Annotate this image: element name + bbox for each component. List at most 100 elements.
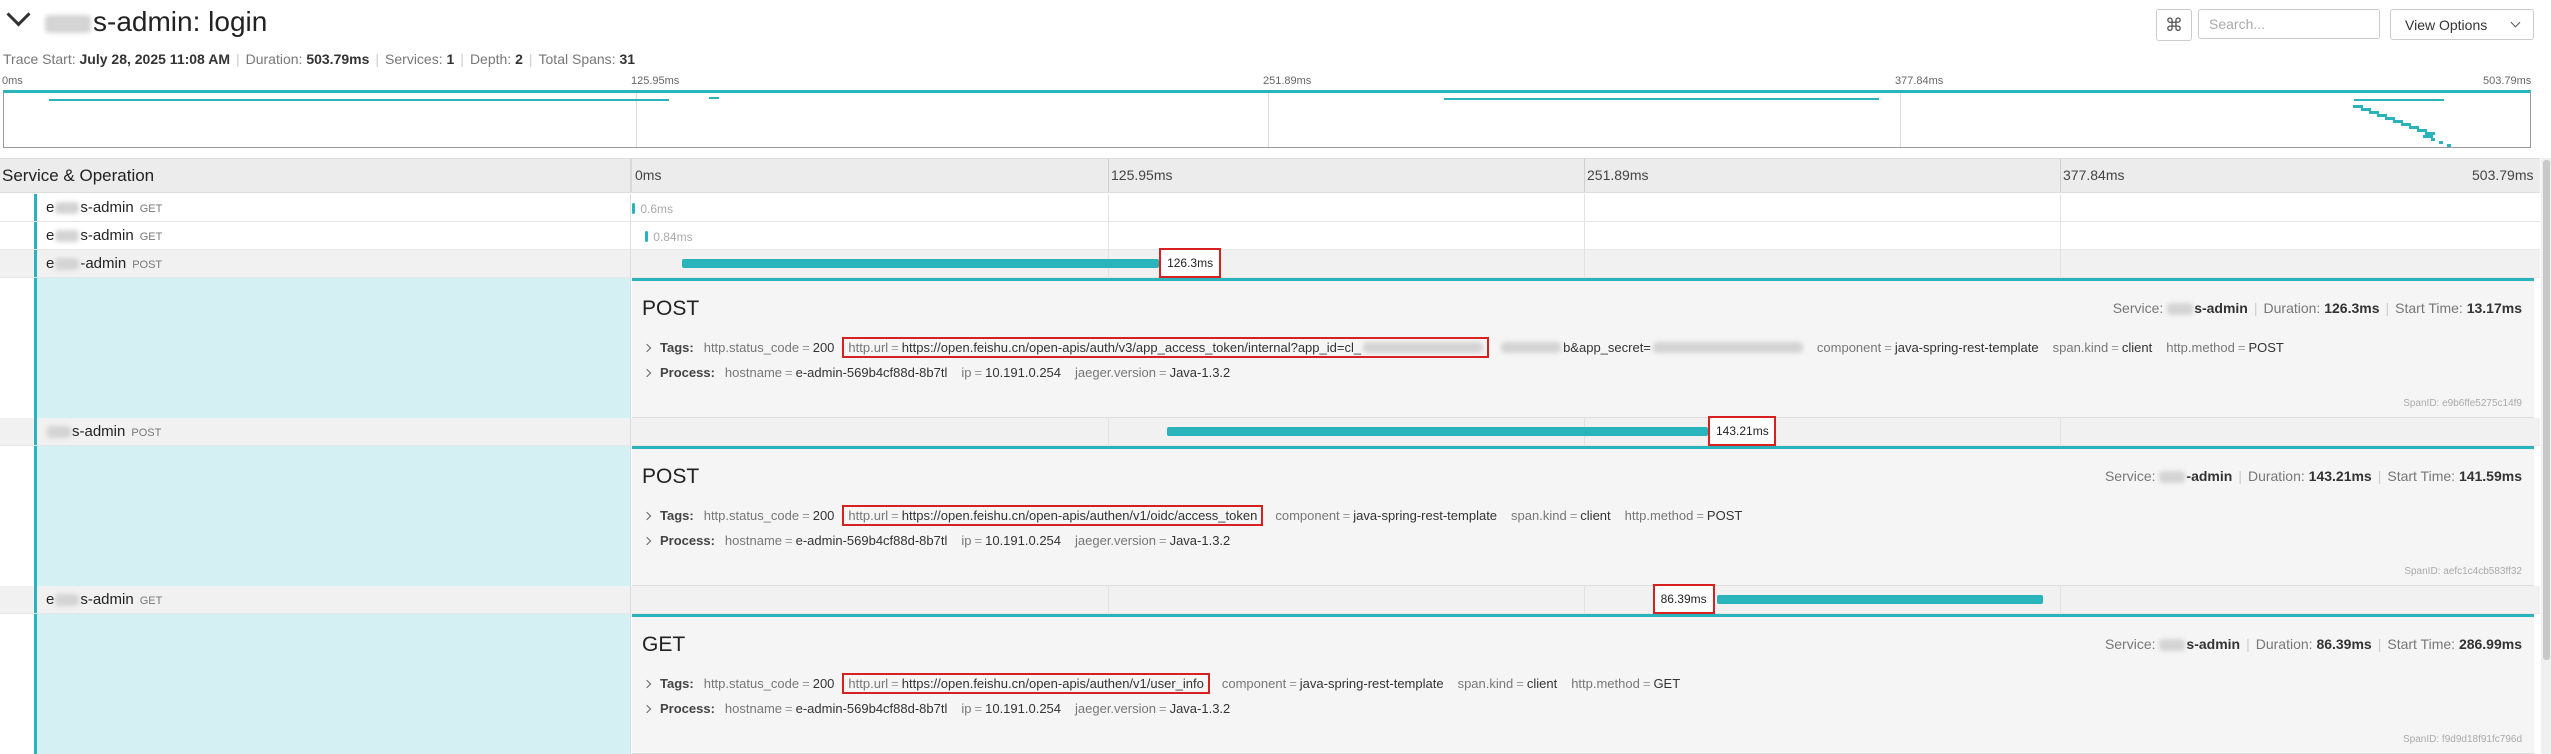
kv-key: component [1221,676,1287,691]
process-row[interactable]: Process: hostname = e-admin-569b4cf88d-8b7t… [642,701,1244,716]
kv-value: client [1580,508,1611,523]
summary-value: 86.39ms [2316,636,2372,652]
scrollbar-thumb[interactable] [2543,160,2550,660]
column-resizer[interactable] [630,159,632,192]
tags-row[interactable]: Tags: http.status_code = 200 http.url = https:… [642,673,1694,694]
summary-label: Start Time: [2387,468,2456,484]
span-service-name[interactable]: e s-admin GET [46,199,162,216]
span-service-cell[interactable]: s-admin POST [0,418,631,445]
timeline-gridline [1108,586,1109,613]
redacted-text [55,230,80,243]
span-operation: GET [139,231,163,243]
service-name-text: s-admin [72,423,126,440]
span-service-cell[interactable]: e s-admin GET [0,222,631,249]
meta-label: Trace Start: [3,51,76,67]
service-name-text: -admin [80,255,127,272]
chevron-right-icon[interactable] [642,704,652,713]
kv-value: e-admin-569b4cf88d-8b7tl [795,533,948,548]
span-service-name[interactable]: s-admin POST [46,423,161,440]
span-detail-panel: POST Service: -admin | Duration: 143.21ms | S… [632,446,2534,586]
search-input[interactable] [2198,9,2380,39]
span-service-name[interactable]: e s-admin GET [46,227,162,244]
span-detail-gutter [34,614,631,754]
service-name-prefix: e [46,591,55,608]
chevron-down-icon[interactable] [6,2,31,27]
summary-value: 286.99ms [2458,636,2522,652]
kv-key: http.url [848,508,889,523]
meta-value: 503.79ms [306,51,370,67]
minimap-tick-label: 503.79ms [2483,75,2532,87]
process-label: Process: [660,365,715,380]
span-tree-line [34,222,37,249]
meta-value: July 28, 2025 11:08 AM [79,51,230,67]
span-detail-gutter [34,278,631,418]
service-operation-header: Service & Operation [2,166,155,185]
span-duration-bar[interactable] [632,203,636,214]
tags-row[interactable]: Tags: http.status_code = 200 http.url = https:… [642,337,2298,358]
span-detail-operation: POST [642,297,700,320]
span-operation: POST [131,427,162,439]
key-value: jaeger.version = Java-1.3.2 [1075,365,1230,380]
summary-value: s-admin [2194,300,2248,316]
redacted-text [55,594,80,607]
timeline-gridline [2060,418,2061,445]
summary-label: Start Time: [2387,636,2456,652]
keyboard-shortcuts-button[interactable]: ⌘ [2156,9,2192,41]
span-duration-bar[interactable] [1716,595,2044,604]
span-service-cell[interactable]: e s-admin GET [0,194,631,221]
span-detail-panel: POST Service: s-admin | Duration: 126.3ms | S… [632,278,2534,418]
summary-label: Service: [2112,300,2164,316]
chevron-right-icon[interactable] [642,536,652,545]
kv-value: 10.191.0.254 [985,365,1062,380]
command-icon: ⌘ [2165,14,2183,35]
kv-value: java-spring-rest-template [1299,676,1444,691]
summary-value: 126.3ms [2324,300,2380,316]
tags-row[interactable]: Tags: http.status_code = 200 http.url = https:… [642,505,1756,526]
span-service-cell[interactable]: e -admin POST [0,250,631,277]
trace-title[interactable]: s-admin: login [6,2,267,38]
span-service-cell[interactable]: e s-admin GET [0,586,631,613]
view-options-button[interactable]: View Options [2390,9,2534,40]
span-duration-bar[interactable] [645,231,649,242]
chevron-right-icon[interactable] [642,511,652,520]
summary-separator: | [2385,300,2390,316]
kv-key: http.status_code [703,340,800,355]
trace-minimap[interactable] [3,90,2531,148]
kv-key: hostname [724,701,783,716]
span-detail: GET Service: s-admin | Duration: 86.39ms | St… [0,614,2540,754]
span-operation: GET [139,595,163,607]
process-row[interactable]: Process: hostname = e-admin-569b4cf88d-8b7t… [642,365,1244,380]
summary-label: Service: [2104,468,2156,484]
span-detail-summary: Service: s-admin | Duration: 86.39ms | Start… [2105,636,2522,652]
chevron-right-icon[interactable] [642,679,652,688]
kv-equals: = [1158,701,1167,716]
kv-value: 200 [812,508,835,523]
chevron-right-icon[interactable] [642,368,652,377]
chevron-right-icon[interactable] [642,343,652,352]
kv-equals: = [1158,365,1167,380]
kv-value: java-spring-rest-template [1353,508,1498,523]
span-tree-line [34,250,37,277]
span-service-name[interactable]: e s-admin GET [46,591,162,608]
process-row[interactable]: Process: hostname = e-admin-569b4cf88d-8b7t… [642,533,1244,548]
timeline-gridline [1584,586,1585,613]
kv-key: http.url [848,676,889,691]
span-row[interactable]: e -admin POST 126.3ms [0,248,2540,278]
key-value: http.url = https://open.feishu.cn/open-api… [842,505,1264,526]
span-duration-bar[interactable] [681,259,1160,268]
span-service-name[interactable]: e -admin POST [46,255,162,272]
timeline-gridline [1108,222,1109,249]
kv-value: e-admin-569b4cf88d-8b7tl [795,365,948,380]
summary-label: Service: [2104,636,2156,652]
span-row[interactable]: e s-admin GET 0.6ms [0,194,2540,222]
timeline-gridline [2060,159,2061,192]
minimap-tick-label: 0ms [2,75,23,87]
span-row[interactable]: e s-admin GET 0.84ms [0,222,2540,250]
key-value: http.url = https://open.feishu.cn/open-api… [842,337,1490,358]
span-row[interactable]: s-admin POST 143.21ms [0,416,2540,446]
span-duration-bar[interactable] [1167,427,1709,436]
timeline-gridline [1584,250,1585,277]
key-value: hostname = e-admin-569b4cf88d-8b7tl [725,533,947,548]
span-row[interactable]: e s-admin GET 86.39ms [0,584,2540,614]
timeline-gridline [1108,418,1109,445]
